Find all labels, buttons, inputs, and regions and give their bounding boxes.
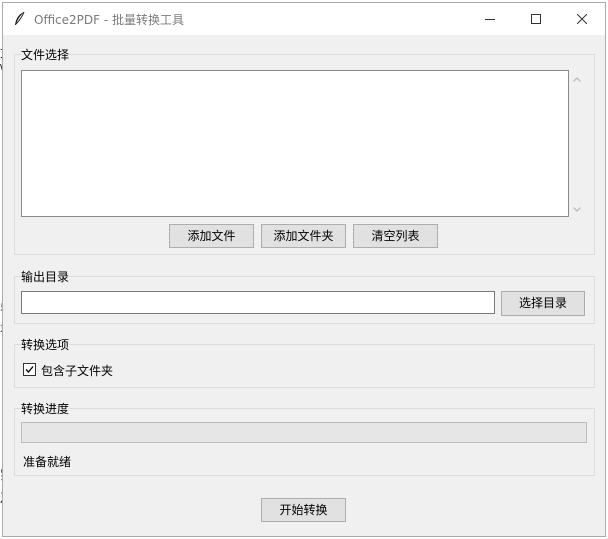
minimize-icon	[485, 19, 495, 20]
choose-directory-button[interactable]: 选择目录	[501, 291, 585, 316]
add-folder-button[interactable]: 添加文件夹	[261, 224, 346, 248]
start-conversion-button[interactable]: 开始转换	[261, 498, 346, 522]
close-button[interactable]	[559, 3, 605, 35]
add-files-button[interactable]: 添加文件	[169, 224, 254, 248]
file-selection-label: 文件选择	[21, 46, 70, 63]
feather-icon	[13, 11, 27, 27]
title-bar[interactable]: Office2PDF - 批量转换工具	[3, 3, 605, 35]
file-list[interactable]	[21, 70, 569, 217]
maximize-icon	[531, 14, 541, 24]
status-text: 准备就绪	[23, 455, 72, 469]
include-subfolders-label[interactable]: 包含子文件夹	[41, 362, 113, 379]
progress-bar	[21, 422, 587, 443]
scroll-down-icon	[573, 207, 581, 212]
checkmark-icon	[25, 366, 34, 373]
window-title: Office2PDF - 批量转换工具	[34, 13, 185, 27]
conversion-options-label: 转换选项	[21, 336, 70, 353]
progress-label: 转换进度	[21, 400, 70, 417]
scroll-up-icon	[573, 77, 581, 82]
output-directory-label: 输出目录	[21, 268, 70, 285]
close-icon	[577, 14, 587, 24]
minimize-button[interactable]	[467, 3, 513, 35]
output-directory-field[interactable]	[21, 291, 495, 314]
file-list-scrollbar[interactable]	[569, 71, 585, 217]
app-window: Office2PDF - 批量转换工具 文件选择 添加文件 添加文件夹 清空列表…	[2, 2, 606, 537]
maximize-button[interactable]	[513, 3, 559, 35]
include-subfolders-checkbox[interactable]	[23, 363, 36, 376]
clear-list-button[interactable]: 清空列表	[353, 224, 438, 248]
